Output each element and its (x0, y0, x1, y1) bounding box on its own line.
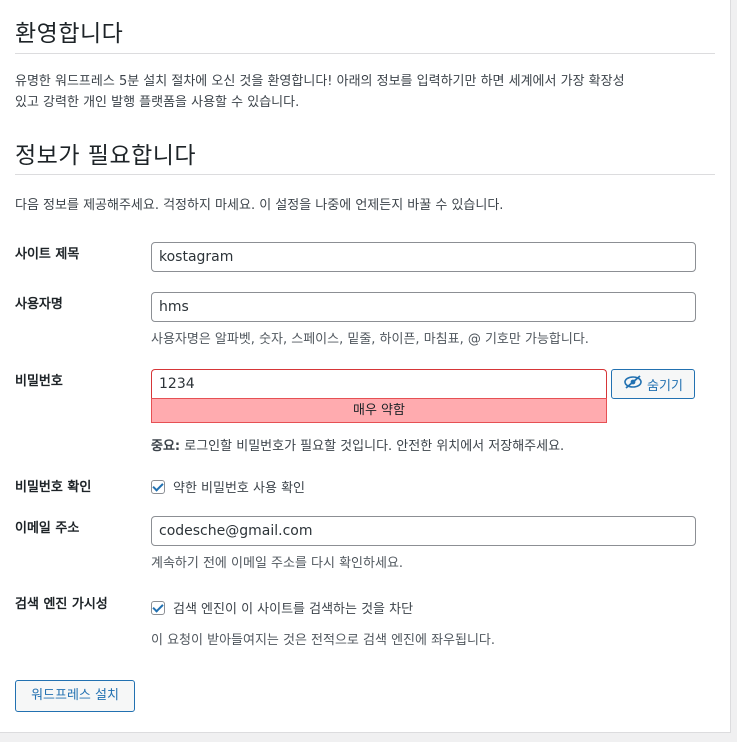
password-note: 중요: 로그인할 비밀번호가 필요할 것입니다. 안전한 위치에서 저장해주세요… (151, 435, 564, 454)
welcome-text: 유명한 워드프레스 5분 설치 절차에 오신 것을 환영합니다! 아래의 정보를… (15, 71, 625, 113)
username-label: 사용자명 (15, 297, 63, 312)
site-title-label: 사이트 제목 (15, 247, 80, 262)
email-label: 이메일 주소 (15, 521, 80, 536)
password-strength-meter: 매우 약함 (151, 398, 607, 423)
email-help: 계속하기 전에 이메일 주소를 다시 확인하세요. (151, 556, 404, 571)
search-visibility-checkbox-label: 검색 엔진이 이 사이트를 검색하는 것을 차단 (173, 602, 414, 617)
info-intro: 다음 정보를 제공해주세요. 걱정하지 마세요. 이 설정을 나중에 언제든지 … (15, 198, 504, 213)
weak-password-checkbox-label: 약한 비밀번호 사용 확인 (173, 481, 305, 496)
site-title-input[interactable]: kostagram (151, 242, 696, 272)
email-input[interactable]: codesche@gmail.com (151, 516, 696, 546)
install-panel: 환영합니다 유명한 워드프레스 5분 설치 절차에 오신 것을 환영합니다! 아… (0, 0, 731, 733)
password-label: 비밀번호 (15, 374, 63, 389)
weak-password-checkbox[interactable] (151, 479, 165, 494)
hide-password-label: 숨기기 (647, 378, 683, 394)
username-input[interactable]: hms (151, 292, 696, 322)
search-visibility-help: 이 요청이 받아들여지는 것은 전적으로 검색 엔진에 좌우됩니다. (151, 633, 496, 648)
divider (15, 174, 715, 175)
divider (15, 53, 715, 54)
weak-password-confirm[interactable]: 약한 비밀번호 사용 확인 (151, 477, 305, 496)
info-heading: 정보가 필요합니다 (15, 143, 197, 169)
hide-password-button[interactable]: 숨기기 (611, 369, 695, 399)
confirm-password-label: 비밀번호 확인 (15, 480, 92, 495)
search-visibility-option[interactable]: 검색 엔진이 이 사이트를 검색하는 것을 차단 (151, 598, 413, 617)
username-help: 사용자명은 알파벳, 숫자, 스페이스, 밑줄, 하이픈, 마침표, @ 기호만… (151, 332, 589, 347)
eye-slash-icon (623, 375, 643, 393)
password-note-strong: 중요: (151, 439, 181, 454)
install-wordpress-button[interactable]: 워드프레스 설치 (15, 680, 135, 712)
welcome-text-line1: 유명한 워드프레스 5분 설치 절차에 오신 것을 환영합니다! 아래의 정보를… (15, 74, 625, 89)
welcome-heading: 환영합니다 (15, 21, 124, 47)
password-note-text: 로그인할 비밀번호가 필요할 것입니다. 안전한 위치에서 저장해주세요. (184, 439, 565, 454)
password-input[interactable]: 1234 (151, 369, 607, 398)
search-visibility-label: 검색 엔진 가시성 (15, 597, 108, 612)
welcome-text-line2: 있고 강력한 개인 발행 플랫폼을 사용할 수 있습니다. (15, 95, 300, 110)
search-visibility-checkbox[interactable] (151, 600, 165, 615)
